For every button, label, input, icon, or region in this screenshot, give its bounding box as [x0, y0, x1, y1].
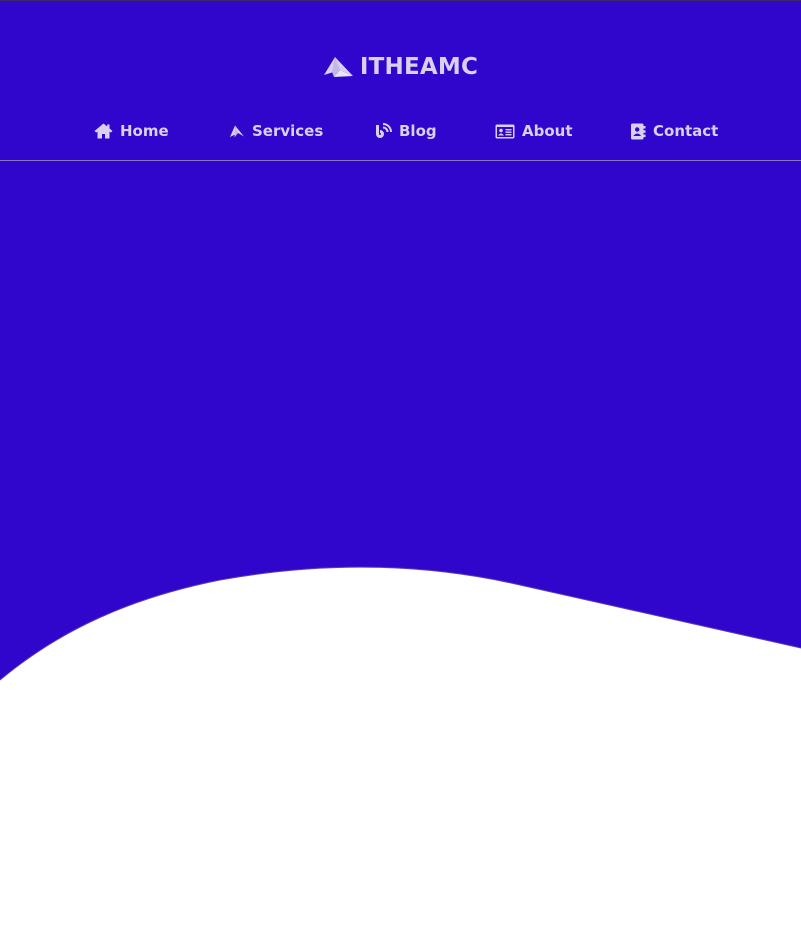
- header-divider: [0, 160, 801, 161]
- nav-label-about: About: [522, 122, 573, 140]
- page: ITHEAMC Home Services Blog About Contact: [0, 0, 801, 937]
- address-book-icon: [631, 123, 646, 139]
- nav-item-services[interactable]: Services: [229, 118, 323, 144]
- id-card-icon: [495, 124, 515, 138]
- nav-label-home: Home: [120, 122, 169, 140]
- rss-icon: [376, 122, 392, 138]
- paper-plane-logo-icon: [323, 57, 353, 77]
- nav-item-about[interactable]: About: [495, 118, 573, 144]
- site-header: ITHEAMC Home Services Blog About Contact: [0, 1, 801, 161]
- brand-link[interactable]: ITHEAMC: [0, 51, 801, 83]
- paper-plane-icon: [230, 125, 244, 137]
- nav-item-home[interactable]: Home: [94, 118, 169, 144]
- home-icon: [94, 123, 113, 139]
- nav-label-contact: Contact: [653, 122, 719, 140]
- nav-label-services: Services: [252, 122, 324, 140]
- nav-item-blog[interactable]: Blog: [374, 118, 437, 144]
- nav-label-blog: Blog: [399, 122, 437, 140]
- brand-name: ITHEAMC: [359, 54, 479, 80]
- main-nav: Home Services Blog About Contact: [0, 118, 801, 144]
- nav-item-contact[interactable]: Contact: [630, 118, 718, 144]
